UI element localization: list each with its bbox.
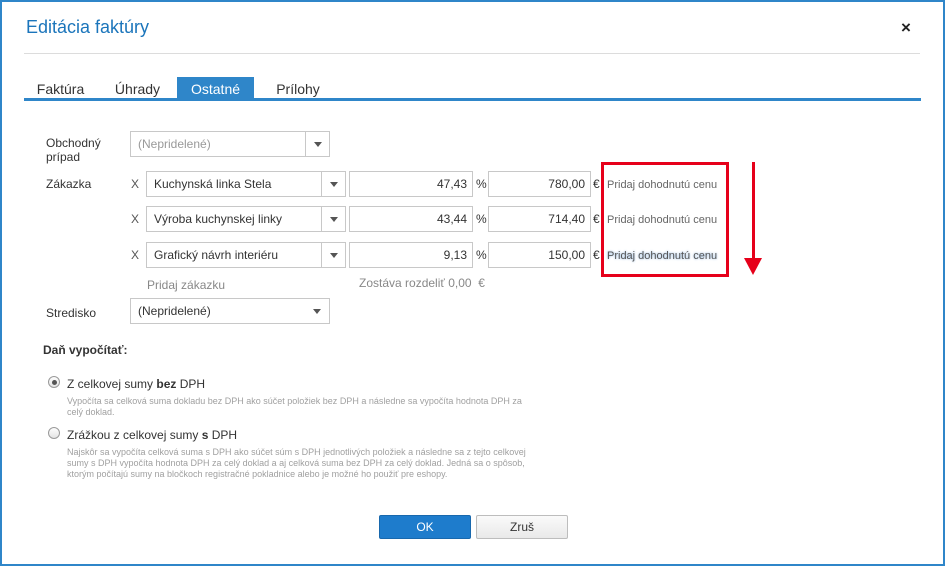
dialog-title: Editácia faktúry: [26, 17, 150, 37]
tax-option-radio-with-vat[interactable]: [48, 427, 60, 439]
order-select[interactable]: Kuchynská linka Stela: [146, 171, 346, 197]
ok-button[interactable]: OK: [379, 515, 471, 539]
order-amount-input[interactable]: 714,40: [488, 206, 591, 232]
description-line: Najskôr sa vypočíta celková suma s DPH a…: [67, 447, 526, 457]
remove-order-button[interactable]: X: [131, 248, 139, 262]
tax-option-label-part: Z celkovej sumy: [67, 377, 157, 391]
tax-option-label-with-vat[interactable]: Zrážkou z celkovej sumy s DPH: [67, 428, 237, 442]
chevron-down-icon[interactable]: [305, 299, 329, 323]
tax-option-label-part: DPH: [208, 428, 238, 442]
order-percent-input[interactable]: 9,13: [349, 242, 473, 268]
close-icon[interactable]: ×: [896, 18, 916, 38]
business-case-label-line1: Obchodný: [46, 136, 101, 150]
order-amount-input[interactable]: 780,00: [488, 171, 591, 197]
business-case-label: Obchodný prípad: [46, 136, 101, 164]
description-line: ktorým počítajú sumy na bločkoch registr…: [67, 469, 448, 479]
order-select[interactable]: Výroba kuchynskej linky: [146, 206, 346, 232]
tab-prilohy[interactable]: Prílohy: [262, 77, 334, 101]
chevron-down-icon[interactable]: [321, 172, 345, 196]
tax-option-label-bold: bez: [156, 377, 177, 391]
tax-option-label-part: Zrážkou z celkovej sumy: [67, 428, 202, 442]
percent-unit: %: [476, 177, 487, 191]
remove-order-button[interactable]: X: [131, 212, 139, 226]
add-order-link[interactable]: Pridaj zákazku: [147, 278, 225, 292]
tab-ostatne[interactable]: Ostatné: [177, 77, 254, 101]
chevron-down-icon[interactable]: [305, 132, 329, 156]
chevron-down-icon[interactable]: [321, 243, 345, 267]
description-line: sumy s DPH vypočíta hodnota DPH za celý …: [67, 458, 525, 468]
arrow-down-shaft: [752, 162, 755, 260]
tax-option-label-without-vat[interactable]: Z celkovej sumy bez DPH: [67, 377, 205, 391]
order-select-value: Grafický návrh interiéru: [154, 248, 279, 262]
tax-heading: Daň vypočítať:: [43, 343, 128, 357]
description-line: Vypočíta sa celková suma dokladu bez DPH…: [67, 396, 522, 406]
business-case-select[interactable]: (Nepridelené): [130, 131, 330, 157]
order-percent-input[interactable]: 43,44: [349, 206, 473, 232]
chevron-down-icon[interactable]: [321, 207, 345, 231]
cost-center-label: Stredisko: [46, 306, 97, 320]
remaining-text: Zostáva rozdeliť 0,00 €: [359, 276, 485, 290]
business-case-label-line2: prípad: [46, 150, 81, 164]
tax-option-radio-without-vat[interactable]: [48, 376, 60, 388]
cost-center-value: (Nepridelené): [138, 304, 211, 318]
arrow-down-icon: [744, 258, 762, 275]
currency-unit: €: [593, 212, 600, 226]
order-percent-input[interactable]: 47,43: [349, 171, 473, 197]
title-divider: [24, 53, 920, 54]
order-select-value: Kuchynská linka Stela: [154, 177, 272, 191]
highlight-box: [601, 162, 729, 277]
currency-unit: €: [593, 248, 600, 262]
percent-unit: %: [476, 212, 487, 226]
business-case-value: (Nepridelené): [138, 137, 211, 151]
orders-label: Zákazka: [46, 177, 92, 191]
tax-option-description: Vypočíta sa celková suma dokladu bez DPH…: [67, 396, 522, 418]
cancel-button[interactable]: Zruš: [476, 515, 568, 539]
order-amount-input[interactable]: 150,00: [488, 242, 591, 268]
currency-unit: €: [593, 177, 600, 191]
percent-unit: %: [476, 248, 487, 262]
order-select[interactable]: Grafický návrh interiéru: [146, 242, 346, 268]
remaining-label: Zostáva rozdeliť 0,00: [359, 276, 472, 290]
tab-bar: Faktúra Úhrady Ostatné Prílohy: [24, 77, 921, 101]
order-select-value: Výroba kuchynskej linky: [154, 212, 283, 226]
remove-order-button[interactable]: X: [131, 177, 139, 191]
tax-option-label-part: DPH: [176, 377, 206, 391]
tab-uhrady[interactable]: Úhrady: [105, 77, 170, 101]
cost-center-select[interactable]: (Nepridelené): [130, 298, 330, 324]
tax-option-description: Najskôr sa vypočíta celková suma s DPH a…: [67, 447, 526, 480]
remaining-currency: €: [478, 276, 485, 290]
description-line: celý doklad.: [67, 407, 115, 417]
tab-faktura[interactable]: Faktúra: [24, 77, 97, 101]
